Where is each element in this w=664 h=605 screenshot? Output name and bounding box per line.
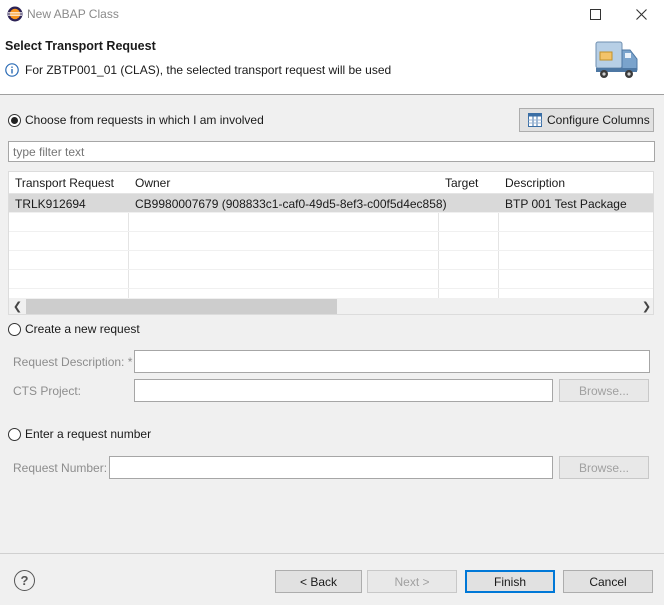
wizard-header: Select Transport Request For ZBTP001_01 … — [0, 28, 664, 95]
configure-columns-button[interactable]: Configure Columns — [519, 108, 654, 132]
empty-table-row — [9, 232, 653, 251]
radio-indicator — [8, 427, 21, 441]
maximize-button[interactable] — [572, 0, 618, 28]
maximize-icon — [589, 8, 601, 20]
radio-choose-involved[interactable]: Choose from requests in which I am invol… — [8, 113, 264, 127]
info-icon — [5, 63, 19, 77]
request-number-label: Request Number: — [13, 461, 108, 475]
column-header-target[interactable]: Target — [445, 176, 478, 190]
scroll-right-icon[interactable]: ❯ — [639, 299, 653, 314]
radio-enter-number-label: Enter a request number — [25, 427, 152, 441]
column-header-description[interactable]: Description — [505, 176, 565, 190]
cancel-button[interactable]: Cancel — [563, 570, 653, 593]
back-button[interactable]: < Back — [275, 570, 362, 593]
help-icon[interactable]: ? — [14, 570, 35, 591]
next-button[interactable]: Next > — [367, 570, 457, 593]
cts-project-field[interactable] — [134, 379, 553, 402]
close-button[interactable] — [618, 0, 664, 28]
table-header: Transport Request Owner Target Descripti… — [9, 172, 653, 194]
cell-transport-request: TRLK912694 — [15, 197, 86, 211]
radio-indicator-checked — [8, 113, 21, 127]
window-title: New ABAP Class — [27, 7, 119, 21]
page-title: Select Transport Request — [5, 39, 156, 53]
transport-request-table: Transport Request Owner Target Descripti… — [8, 171, 654, 315]
column-header-transport-request[interactable]: Transport Request — [15, 176, 114, 190]
empty-table-row — [9, 270, 653, 289]
browse-cts-project-button[interactable]: Browse... — [559, 379, 649, 402]
footer-separator — [0, 553, 664, 554]
eclipse-app-icon — [7, 6, 23, 22]
radio-choose-involved-label: Choose from requests in which I am invol… — [25, 113, 264, 127]
finish-button[interactable]: Finish — [465, 570, 555, 593]
horizontal-scrollbar[interactable]: ❮ ❯ — [9, 298, 653, 314]
close-icon — [635, 8, 647, 20]
request-number-field[interactable] — [109, 456, 553, 479]
cell-description: BTP 001 Test Package — [505, 197, 627, 211]
column-header-owner[interactable]: Owner — [135, 176, 170, 190]
filter-input[interactable] — [8, 141, 655, 162]
radio-create-new[interactable]: Create a new request — [8, 322, 140, 336]
browse-request-number-button[interactable]: Browse... — [559, 456, 649, 479]
empty-table-row — [9, 213, 653, 232]
request-description-field[interactable] — [134, 350, 650, 373]
scroll-left-icon[interactable]: ❮ — [10, 299, 25, 314]
cts-project-label: CTS Project: — [13, 384, 82, 398]
header-message: For ZBTP001_01 (CLAS), the selected tran… — [25, 63, 392, 77]
radio-enter-number[interactable]: Enter a request number — [8, 427, 151, 441]
empty-table-row — [9, 251, 653, 270]
request-description-label: Request Description: * — [13, 355, 133, 369]
radio-indicator — [8, 322, 21, 336]
table-columns-icon — [528, 113, 542, 127]
transport-truck-icon — [595, 41, 638, 78]
configure-columns-label: Configure Columns — [547, 113, 650, 127]
window-titlebar: New ABAP Class — [0, 0, 664, 28]
radio-create-new-label: Create a new request — [25, 322, 140, 336]
scrollbar-thumb[interactable] — [26, 299, 337, 314]
cell-owner: CB9980007679 (908833c1-caf0-49d5-8ef3-c0… — [135, 197, 447, 211]
table-row[interactable]: TRLK912694 CB9980007679 (908833c1-caf0-4… — [9, 194, 653, 213]
